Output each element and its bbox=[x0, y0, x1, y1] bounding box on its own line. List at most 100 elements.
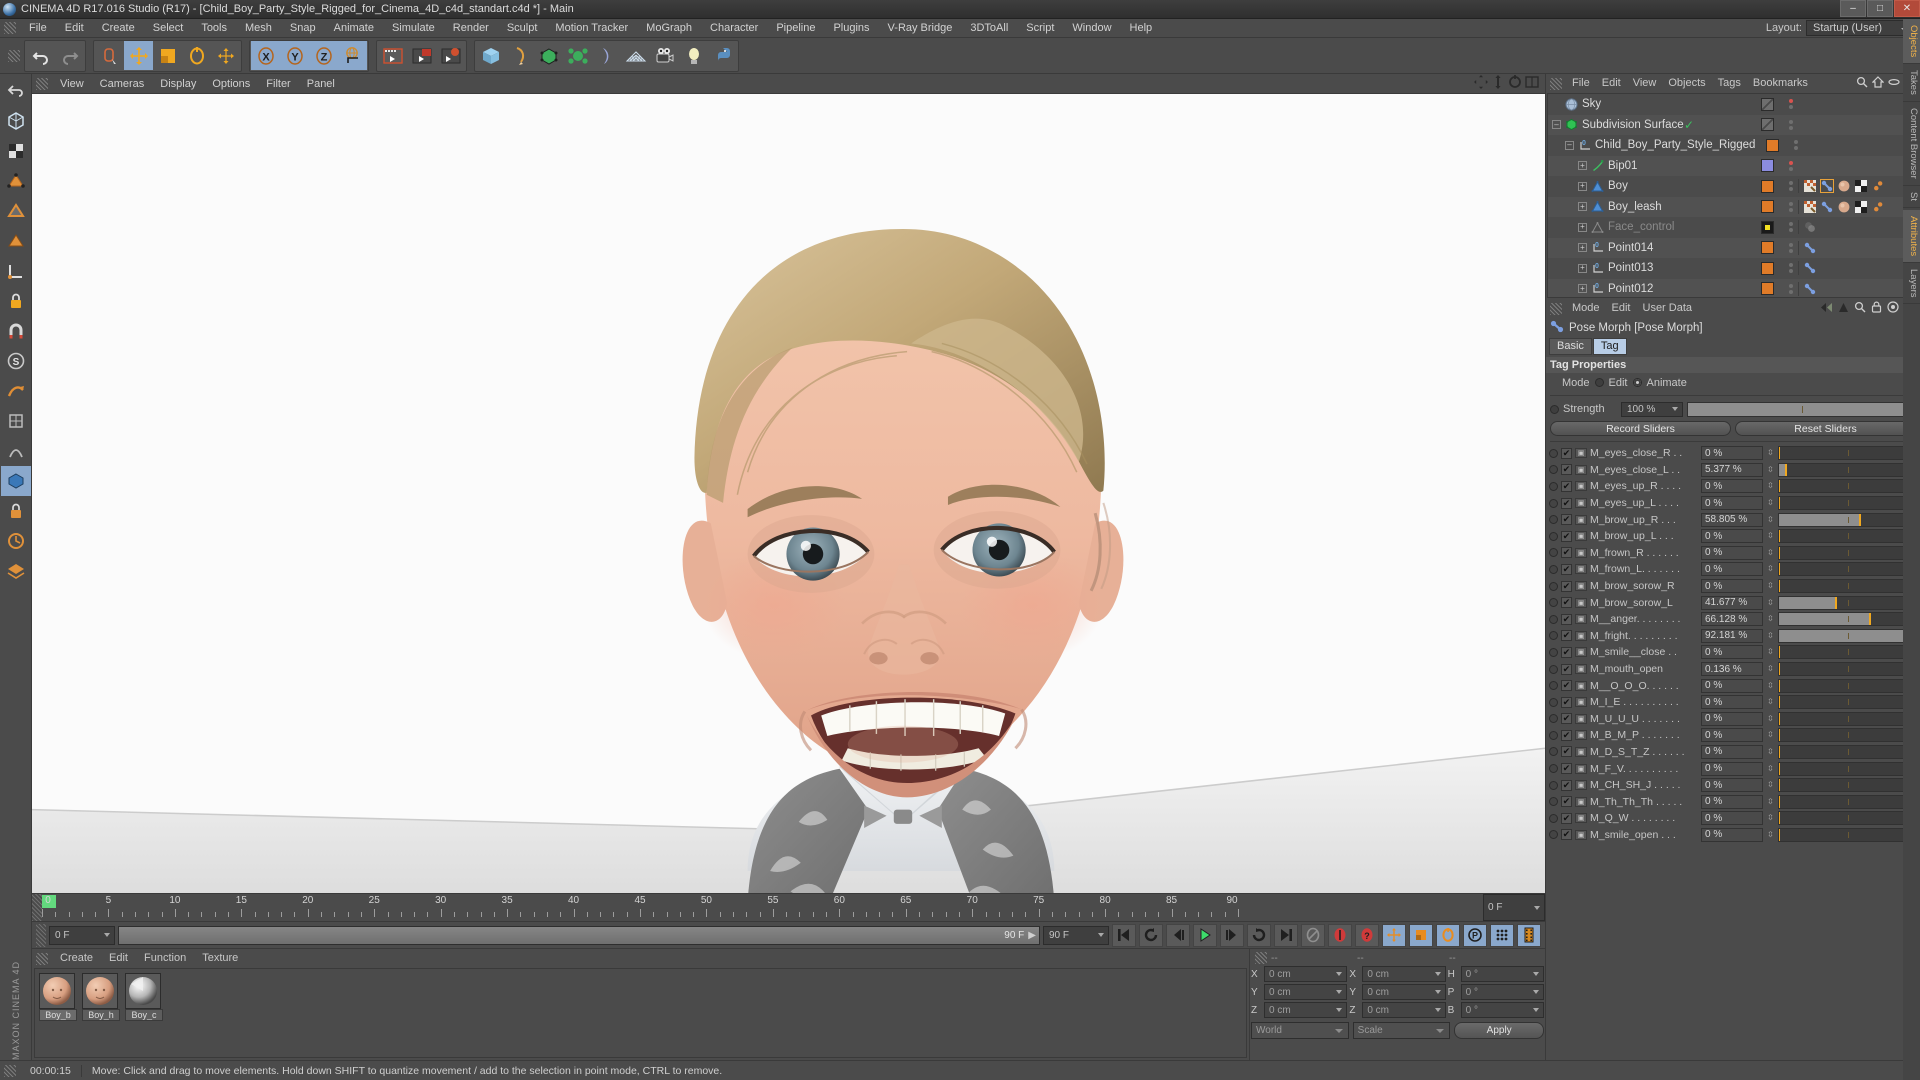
nurbs-icon[interactable] bbox=[534, 41, 563, 70]
y-axis-icon[interactable]: Y bbox=[280, 41, 309, 70]
morph-target-icon[interactable]: ▣ bbox=[1575, 531, 1587, 542]
morph-slider[interactable] bbox=[1778, 761, 1917, 776]
morph-value-field[interactable]: 58.805 % bbox=[1701, 512, 1763, 527]
visibility-dot[interactable] bbox=[1789, 222, 1793, 227]
morph-enable-checkbox[interactable]: ✔ bbox=[1561, 547, 1572, 559]
play-backwards-loop-icon[interactable] bbox=[1139, 923, 1163, 947]
morph-slider-knob[interactable] bbox=[1779, 812, 1780, 825]
material-tag-icon[interactable] bbox=[1803, 220, 1817, 234]
morph-enable-checkbox[interactable]: ✔ bbox=[1561, 530, 1572, 542]
morph-slider-row[interactable]: ✔ ▣ M_D_S_T_Z . . . . . . 0 % ⇳ bbox=[1546, 744, 1920, 761]
visibility-dot[interactable] bbox=[1794, 140, 1799, 145]
enabled-check-icon[interactable]: ✓ bbox=[1684, 118, 1694, 132]
morph-target-icon[interactable]: ▣ bbox=[1575, 597, 1587, 608]
morph-slider-knob[interactable] bbox=[1779, 546, 1780, 559]
menu-item-file[interactable]: File bbox=[20, 19, 56, 38]
menu-item-edit[interactable]: Edit bbox=[56, 19, 93, 38]
x-axis-icon[interactable]: X bbox=[251, 41, 280, 70]
morph-value-spinner[interactable]: ⇳ bbox=[1766, 728, 1775, 742]
visibility-dot[interactable] bbox=[1789, 283, 1793, 288]
morph-enable-checkbox[interactable]: ✔ bbox=[1561, 680, 1572, 692]
morph-value-field[interactable]: 0 % bbox=[1701, 811, 1763, 826]
strength-slider[interactable] bbox=[1687, 401, 1916, 417]
morph-value-field[interactable]: 0 % bbox=[1701, 529, 1763, 544]
morph-slider-knob[interactable] bbox=[1779, 530, 1780, 543]
size-y-field[interactable]: 0 cm bbox=[1362, 984, 1446, 1000]
mode-animate-label[interactable]: Animate bbox=[1647, 377, 1687, 389]
preview-range-bar[interactable]: 90 F ▶ bbox=[118, 925, 1040, 945]
morph-value-field[interactable]: 66.128 % bbox=[1701, 612, 1763, 627]
rot-b-field[interactable]: 0 ° bbox=[1460, 1002, 1544, 1018]
morph-enable-checkbox[interactable]: ✔ bbox=[1561, 630, 1572, 642]
morph-animate-radio[interactable] bbox=[1549, 548, 1558, 558]
menu-item-mesh[interactable]: Mesh bbox=[236, 19, 281, 38]
workplane-icon[interactable] bbox=[1, 376, 31, 406]
object-layer-swatch[interactable] bbox=[1755, 138, 1789, 152]
morph-value-field[interactable]: 0 % bbox=[1701, 579, 1763, 594]
morph-slider-row[interactable]: ✔ ▣ M_smile_open . . . 0 % ⇳ bbox=[1546, 827, 1920, 844]
viewport-menu-view[interactable]: View bbox=[52, 74, 92, 94]
object-name[interactable]: Face_control bbox=[1608, 221, 1674, 233]
morph-target-icon[interactable]: ▣ bbox=[1575, 564, 1587, 575]
redo-icon[interactable] bbox=[55, 41, 84, 70]
play-icon[interactable] bbox=[1193, 923, 1217, 947]
menu-item-animate[interactable]: Animate bbox=[325, 19, 383, 38]
deformer-icon[interactable] bbox=[592, 41, 621, 70]
morph-animate-radio[interactable] bbox=[1549, 448, 1558, 458]
morph-value-field[interactable]: 0 % bbox=[1701, 695, 1763, 710]
morph-animate-radio[interactable] bbox=[1549, 764, 1558, 774]
morph-value-spinner[interactable]: ⇳ bbox=[1766, 562, 1775, 576]
tab-attributes[interactable]: Attributes bbox=[1903, 209, 1920, 263]
minimize-button[interactable]: – bbox=[1840, 0, 1866, 17]
model-mode-icon[interactable] bbox=[1, 106, 31, 136]
morph-target-icon[interactable]: ▣ bbox=[1575, 647, 1587, 658]
object-visibility-dots[interactable] bbox=[1784, 263, 1798, 274]
posemorph-tag-icon[interactable] bbox=[1803, 241, 1817, 255]
morph-target-icon[interactable]: ▣ bbox=[1575, 813, 1587, 824]
morph-animate-radio[interactable] bbox=[1549, 465, 1558, 475]
morph-enable-checkbox[interactable]: ✔ bbox=[1561, 580, 1572, 592]
pos-z-field[interactable]: 0 cm bbox=[1264, 1002, 1348, 1018]
tab-structure[interactable]: St bbox=[1903, 186, 1920, 208]
morph-target-icon[interactable]: ▣ bbox=[1575, 547, 1587, 558]
morph-slider-row[interactable]: ✔ ▣ M_smile__close . . 0 % ⇳ bbox=[1546, 644, 1920, 661]
object-menu-file[interactable]: File bbox=[1566, 74, 1596, 93]
morph-slider-row[interactable]: ✔ ▣ M_brow_up_R . . . 58.805 % ⇳ bbox=[1546, 511, 1920, 528]
floor-icon[interactable] bbox=[621, 41, 650, 70]
layer-lock-icon[interactable] bbox=[1, 556, 31, 586]
morph-slider[interactable] bbox=[1778, 662, 1917, 677]
z-axis-icon[interactable]: Z bbox=[309, 41, 338, 70]
camera-icon[interactable] bbox=[650, 41, 679, 70]
maximize-button[interactable]: □ bbox=[1867, 0, 1893, 17]
morph-enable-checkbox[interactable]: ✔ bbox=[1561, 464, 1572, 476]
object-row[interactable]: + Bip01 bbox=[1548, 155, 1918, 176]
morph-slider-knob[interactable] bbox=[1779, 480, 1780, 493]
layout-dropdown[interactable]: Startup (User) bbox=[1806, 20, 1914, 36]
morph-target-icon[interactable]: ▣ bbox=[1575, 796, 1587, 807]
visibility-dot[interactable] bbox=[1789, 269, 1793, 274]
menu-item-sculpt[interactable]: Sculpt bbox=[498, 19, 547, 38]
object-layer-swatch[interactable] bbox=[1750, 220, 1784, 234]
morph-enable-checkbox[interactable]: ✔ bbox=[1561, 713, 1572, 725]
morph-enable-checkbox[interactable]: ✔ bbox=[1561, 613, 1572, 625]
morph-slider-knob[interactable] bbox=[1779, 646, 1780, 659]
pan-icon[interactable] bbox=[1474, 75, 1488, 92]
morph-animate-radio[interactable] bbox=[1549, 813, 1558, 823]
object-menu-objects[interactable]: Objects bbox=[1662, 74, 1711, 93]
object-visibility-dots[interactable] bbox=[1784, 99, 1798, 110]
collapse-icon[interactable]: – bbox=[1552, 120, 1561, 130]
collapse-icon[interactable]: – bbox=[1565, 140, 1574, 150]
morph-slider[interactable] bbox=[1778, 612, 1917, 627]
mode-edit-radio[interactable] bbox=[1594, 378, 1604, 387]
object-row[interactable]: +0 Point012 bbox=[1548, 278, 1918, 297]
morph-slider[interactable] bbox=[1778, 695, 1917, 710]
tab-content-browser[interactable]: Content Browser bbox=[1903, 102, 1920, 186]
expand-icon[interactable]: + bbox=[1578, 284, 1587, 294]
reset-sliders-button[interactable]: Reset Sliders bbox=[1735, 421, 1916, 436]
morph-enable-checkbox[interactable]: ✔ bbox=[1561, 779, 1572, 791]
attribute-menu-edit[interactable]: Edit bbox=[1606, 299, 1637, 318]
object-row[interactable]: +0 Point013 bbox=[1548, 258, 1918, 279]
morph-slider[interactable] bbox=[1778, 744, 1917, 759]
up-icon[interactable] bbox=[1838, 302, 1849, 316]
morph-slider-knob[interactable] bbox=[1779, 663, 1781, 676]
